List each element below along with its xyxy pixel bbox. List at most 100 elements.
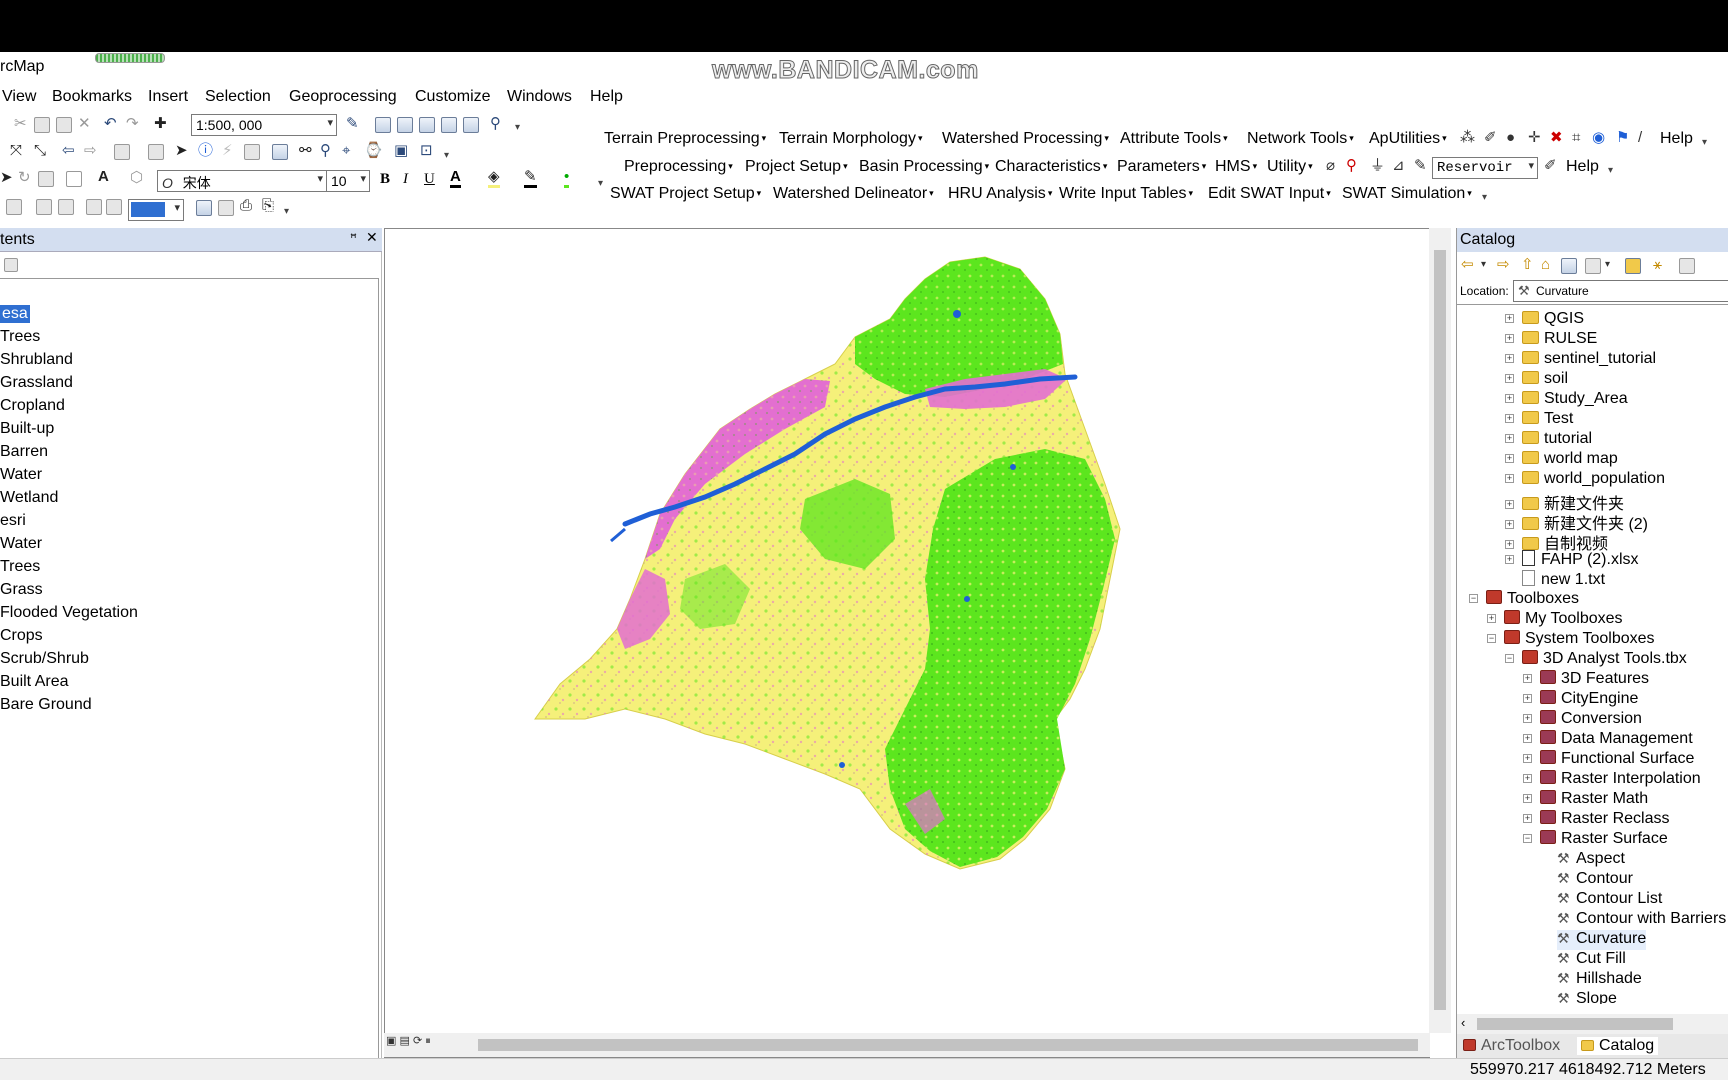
- toolset-row[interactable]: + Data Management: [1523, 730, 1693, 750]
- folder-row[interactable]: + world map: [1505, 450, 1618, 470]
- expand-icon[interactable]: +: [1523, 674, 1532, 683]
- swat-watershed-delineator-menu[interactable]: Watershed Delineator: [773, 185, 934, 203]
- page-icon[interactable]: [218, 200, 234, 216]
- tool-row[interactable]: ⚒ Hillshade: [1557, 970, 1642, 990]
- time-slider-icon[interactable]: ⌚: [364, 143, 383, 159]
- map-horizontal-scrollbar[interactable]: [384, 1033, 1430, 1057]
- paste-icon[interactable]: [56, 117, 72, 133]
- folder-row[interactable]: + Test: [1505, 410, 1573, 430]
- list-by-drawing-order-icon[interactable]: [4, 258, 18, 272]
- catalog-horizontal-scrollbar[interactable]: ‹: [1457, 1014, 1728, 1034]
- python-window-icon[interactable]: [463, 117, 479, 133]
- toc-layer-esa[interactable]: esa: [0, 305, 30, 323]
- line-color-icon[interactable]: ✎: [524, 169, 537, 188]
- back-extent-icon[interactable]: ⇦: [62, 143, 75, 159]
- folder-row[interactable]: + 新建文件夹 (2): [1505, 510, 1648, 533]
- folder-row[interactable]: + soil: [1505, 370, 1568, 390]
- taudem-terrain-preprocessing-menu[interactable]: Terrain Preprocessing: [604, 130, 766, 148]
- menu-geoprocessing[interactable]: Geoprocessing: [289, 88, 397, 106]
- expand-icon[interactable]: +: [1505, 434, 1514, 443]
- italic-button[interactable]: I: [403, 171, 408, 187]
- table-of-contents-window-icon[interactable]: [375, 117, 391, 133]
- tool-row[interactable]: ⚒ Contour with Barriers: [1557, 910, 1726, 930]
- rectangle-tool-icon[interactable]: [66, 171, 82, 187]
- view-options-icon[interactable]: [1585, 258, 1601, 274]
- bring-to-front-icon[interactable]: [86, 199, 102, 215]
- back-icon[interactable]: ⇦: [1461, 257, 1474, 273]
- toc-layer-esri[interactable]: esri: [0, 512, 26, 530]
- disconnect-icon[interactable]: [1561, 258, 1577, 274]
- expand-icon[interactable]: +: [1523, 814, 1532, 823]
- pause-drawing-icon[interactable]: ⏸: [425, 1035, 431, 1047]
- map-vertical-scroll-thumb[interactable]: [1434, 250, 1446, 1010]
- toolbar-options-icon[interactable]: ▾: [515, 122, 523, 136]
- globe-icon[interactable]: ◉: [1592, 130, 1605, 146]
- delete-outlet-icon[interactable]: ✖: [1550, 130, 1563, 146]
- tab-catalog[interactable]: Catalog: [1577, 1037, 1659, 1055]
- select-features-icon[interactable]: [114, 144, 130, 160]
- expand-icon[interactable]: +: [1505, 555, 1514, 564]
- arctoolbox-window-icon[interactable]: [441, 117, 457, 133]
- expand-icon[interactable]: +: [1523, 694, 1532, 703]
- expand-icon[interactable]: +: [1505, 334, 1514, 343]
- marker-color-icon[interactable]: •: [564, 169, 570, 188]
- expand-icon[interactable]: +: [1505, 454, 1514, 463]
- hms-basin-processing-menu[interactable]: Basin Processing: [859, 158, 989, 176]
- send-to-back-icon[interactable]: [106, 199, 122, 215]
- fixed-zoom-icon[interactable]: ⤡: [34, 143, 46, 159]
- swat-edit-input-menu[interactable]: Edit SWAT Input: [1208, 185, 1331, 203]
- flag-icon[interactable]: ⚑: [1616, 130, 1629, 146]
- find-route-icon[interactable]: ⚲: [320, 143, 331, 159]
- collapse-icon[interactable]: −: [1505, 654, 1514, 663]
- collapse-icon[interactable]: −: [1469, 594, 1478, 603]
- details-icon[interactable]: [1679, 258, 1695, 274]
- toolset-row[interactable]: + Raster Interpolation: [1523, 770, 1701, 790]
- expand-icon[interactable]: +: [1523, 754, 1532, 763]
- folder-row[interactable]: + sentinel_tutorial: [1505, 350, 1656, 370]
- tool-row[interactable]: ⚒ Aspect: [1557, 850, 1625, 870]
- point-tool-icon[interactable]: ●: [1506, 130, 1515, 146]
- collapse-icon[interactable]: −: [1487, 634, 1496, 643]
- redo-icon[interactable]: ↷: [126, 116, 139, 132]
- chevron-down-icon[interactable]: ▾: [1481, 257, 1486, 273]
- catalog-window-icon[interactable]: [397, 117, 413, 133]
- select-elements-icon[interactable]: ➤: [0, 170, 13, 186]
- menu-bookmarks[interactable]: Bookmarks: [52, 88, 132, 106]
- menu-view[interactable]: View: [2, 88, 36, 106]
- point-marker-icon[interactable]: ⚲: [1346, 158, 1357, 174]
- expand-icon[interactable]: +: [1505, 374, 1514, 383]
- profile-icon[interactable]: ⏚: [1370, 158, 1385, 174]
- toolbox-row[interactable]: −3D Analyst Tools.tbx: [1505, 650, 1687, 670]
- toolbar-options-icon[interactable]: ▾: [1482, 192, 1490, 206]
- tool-row[interactable]: ⚒ Slope: [1557, 990, 1617, 1004]
- forward-extent-icon[interactable]: ⇨: [84, 143, 97, 159]
- toolset-row[interactable]: + CityEngine: [1523, 690, 1638, 710]
- create-viewer-icon[interactable]: ▣: [394, 143, 408, 159]
- expand-icon[interactable]: +: [1523, 794, 1532, 803]
- collapse-icon[interactable]: −: [1523, 834, 1532, 843]
- menu-help[interactable]: Help: [590, 88, 623, 106]
- outlet-tool-icon[interactable]: ✛: [1528, 130, 1541, 146]
- toolset-row[interactable]: +3D Features: [1523, 670, 1649, 690]
- tool-row[interactable]: ⚒ Cut Fill: [1557, 950, 1626, 970]
- taudem-network-tools-menu[interactable]: Network Tools: [1247, 130, 1354, 148]
- html-popup-icon[interactable]: [244, 144, 260, 160]
- taudem-help-button[interactable]: Help: [1660, 130, 1695, 148]
- edit-vertices-icon[interactable]: ⬡: [130, 170, 143, 186]
- font-color-button[interactable]: A: [450, 169, 461, 188]
- toolbar-options-icon[interactable]: ▾: [598, 178, 606, 192]
- folder-row[interactable]: + 自制视频: [1505, 530, 1608, 553]
- expand-icon[interactable]: +: [1487, 614, 1496, 623]
- toolbar-options-icon[interactable]: ▾: [1702, 137, 1710, 151]
- export-icon[interactable]: ⎘: [262, 198, 274, 214]
- fill-color-icon[interactable]: ◈: [488, 169, 500, 188]
- select-elements-icon[interactable]: ➤: [175, 143, 188, 159]
- connect-folder-icon[interactable]: [1625, 258, 1641, 274]
- taudem-aputilities-menu[interactable]: ApUtilities: [1369, 130, 1447, 148]
- hyperlink-icon[interactable]: ⚡: [222, 143, 233, 159]
- measure-icon[interactable]: [272, 144, 288, 160]
- expand-icon[interactable]: +: [1523, 714, 1532, 723]
- folder-row[interactable]: + 新建文件夹: [1505, 490, 1624, 513]
- pin-icon[interactable]: ꟸ: [350, 231, 357, 245]
- text-tool-icon[interactable]: A: [98, 169, 109, 185]
